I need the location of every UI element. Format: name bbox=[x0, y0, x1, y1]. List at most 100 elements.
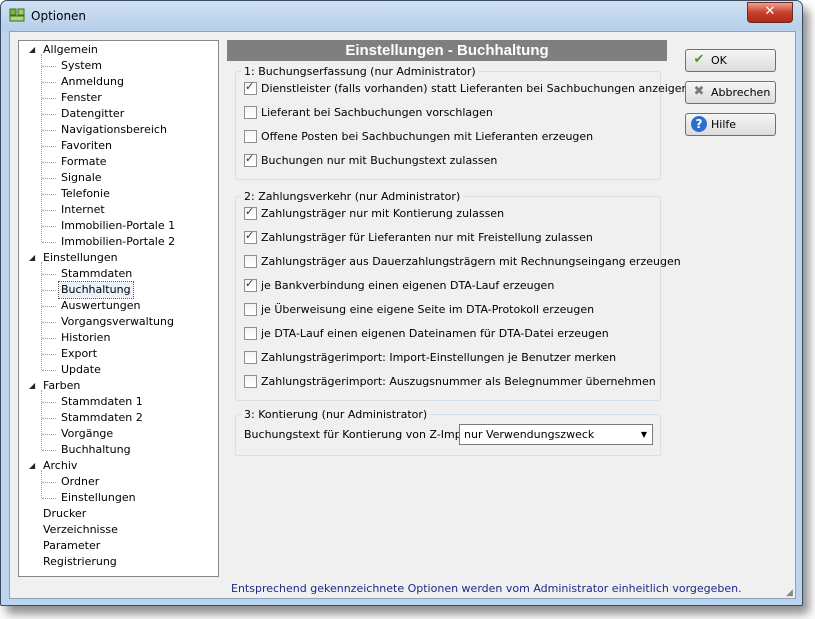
option-row[interactable]: je DTA-Lauf einen eigenen Dateinamen für… bbox=[244, 326, 609, 343]
checkbox[interactable] bbox=[244, 277, 257, 292]
option-label: Offene Posten bei Sachbuchungen mit Lief… bbox=[261, 130, 594, 143]
ok-label: OK bbox=[711, 54, 727, 67]
checkbox[interactable] bbox=[244, 80, 257, 95]
option-row[interactable]: Zahlungsträgerimport: Import-Einstellung… bbox=[244, 350, 617, 367]
tree-node[interactable]: Favoriten bbox=[61, 138, 112, 154]
checkbox[interactable] bbox=[244, 374, 257, 388]
tree-node[interactable]: Navigationsbereich bbox=[61, 122, 167, 138]
tree-node[interactable]: Update bbox=[61, 362, 101, 378]
title-bar[interactable]: Optionen ✕ bbox=[1, 1, 802, 31]
checkbox[interactable] bbox=[244, 254, 257, 268]
tree-node[interactable]: Fenster bbox=[61, 90, 102, 106]
tree-connector bbox=[42, 338, 56, 339]
option-label: Zahlungsträgerimport: Import-Einstellung… bbox=[261, 351, 617, 364]
option-label: Dienstleister (falls vorhanden) statt Li… bbox=[261, 82, 689, 95]
checkbox[interactable] bbox=[244, 229, 257, 244]
tree-connector bbox=[42, 498, 56, 499]
tree-node[interactable]: Drucker bbox=[43, 506, 86, 522]
tree-node[interactable]: Allgemein bbox=[43, 42, 98, 58]
tree-node[interactable]: Formate bbox=[61, 154, 107, 170]
tree-node[interactable]: Export bbox=[61, 346, 97, 362]
tree-node[interactable]: Auswertungen bbox=[61, 298, 141, 314]
app-icon bbox=[9, 8, 25, 22]
cancel-button[interactable]: ✖ Abbrechen bbox=[685, 81, 776, 104]
tree-node[interactable]: Parameter bbox=[43, 538, 100, 554]
checkbox[interactable] bbox=[244, 152, 257, 167]
kontierung-label: Buchungstext für Kontierung von Z-Import… bbox=[244, 428, 495, 441]
kontierung-select[interactable]: nur Verwendungszweck ▼ bbox=[459, 424, 653, 445]
tree-node[interactable]: Ordner bbox=[61, 474, 99, 490]
resize-grip-icon[interactable]: ◢ bbox=[786, 588, 796, 598]
close-button[interactable]: ✕ bbox=[747, 2, 793, 23]
tree-node[interactable]: Vorgänge bbox=[61, 426, 113, 442]
group-title: 2: Zahlungsverkehr (nur Administrator) bbox=[241, 190, 464, 203]
tree-connector bbox=[42, 130, 56, 131]
checkbox[interactable] bbox=[244, 129, 257, 143]
tree-node[interactable]: Historien bbox=[61, 330, 110, 346]
tree-node[interactable]: Stammdaten 2 bbox=[61, 410, 143, 426]
tree-node[interactable]: Stammdaten 1 bbox=[61, 394, 143, 410]
option-row[interactable]: Zahlungsträgerimport: Auszugsnummer als … bbox=[244, 374, 656, 391]
tree-connector bbox=[42, 242, 56, 243]
help-icon: ? bbox=[691, 116, 707, 132]
option-row[interactable]: je Überweisung eine eigene Seite im DTA-… bbox=[244, 302, 595, 319]
option-row[interactable]: Zahlungsträger aus Dauerzahlungsträgern … bbox=[244, 254, 681, 271]
checkbox[interactable] bbox=[244, 302, 257, 316]
option-label: je Überweisung eine eigene Seite im DTA-… bbox=[261, 303, 595, 316]
expand-triangle-icon[interactable]: ◢ bbox=[29, 46, 37, 54]
option-row[interactable]: Dienstleister (falls vorhanden) statt Li… bbox=[244, 80, 689, 98]
tree-connector bbox=[42, 98, 56, 99]
tree-connector bbox=[42, 146, 56, 147]
tree-node[interactable]: Vorgangsverwaltung bbox=[61, 314, 174, 330]
checkbox[interactable] bbox=[244, 205, 257, 220]
expand-triangle-icon[interactable]: ◢ bbox=[29, 382, 37, 390]
option-row[interactable]: Lieferant bei Sachbuchungen vorschlagen bbox=[244, 105, 493, 122]
options-tree[interactable]: ◢ Allgemein System Anmeldung Fenster Datengit… bbox=[18, 40, 219, 577]
tree-node[interactable]: Einstellungen bbox=[61, 490, 136, 506]
tree-node[interactable]: Farben bbox=[43, 378, 80, 394]
checkmark-icon: ✔ bbox=[693, 52, 705, 67]
tree-connector bbox=[42, 370, 56, 371]
tree-node[interactable]: Einstellungen bbox=[43, 250, 118, 266]
option-row[interactable]: je Bankverbindung einen eigenen DTA-Lauf… bbox=[244, 277, 554, 295]
option-label: Zahlungsträger aus Dauerzahlungsträgern … bbox=[261, 255, 681, 268]
tree-node[interactable]: Buchhaltung bbox=[61, 442, 131, 458]
help-button[interactable]: ? Hilfe bbox=[685, 113, 776, 136]
option-row[interactable]: Zahlungsträger für Lieferanten nur mit F… bbox=[244, 229, 593, 247]
dialog-client: ◢ Allgemein System Anmeldung Fenster Datengit… bbox=[9, 31, 796, 599]
tree-node[interactable]: System bbox=[61, 58, 102, 74]
tree-connector bbox=[41, 470, 42, 498]
tree-node[interactable]: Immobilien-Portale 1 bbox=[61, 218, 175, 234]
checkbox[interactable] bbox=[244, 326, 257, 340]
tree-node[interactable]: Internet bbox=[61, 202, 105, 218]
expand-triangle-icon[interactable]: ◢ bbox=[29, 462, 37, 470]
tree-connector bbox=[42, 402, 56, 403]
tree-connector bbox=[42, 418, 56, 419]
ok-button[interactable]: ✔ OK bbox=[685, 49, 776, 72]
tree-node[interactable]: Anmeldung bbox=[61, 74, 124, 90]
tree-connector bbox=[42, 114, 56, 115]
tree-node-selected[interactable]: Buchhaltung bbox=[58, 281, 134, 299]
tree-node[interactable]: Telefonie bbox=[61, 186, 110, 202]
option-label: Zahlungsträgerimport: Auszugsnummer als … bbox=[261, 375, 656, 388]
tree-node[interactable]: Stammdaten bbox=[61, 266, 132, 282]
option-row[interactable]: Offene Posten bei Sachbuchungen mit Lief… bbox=[244, 129, 594, 146]
tree-node[interactable]: Verzeichnisse bbox=[43, 522, 118, 538]
tree-node[interactable]: Registrierung bbox=[43, 554, 117, 570]
tree-connector bbox=[42, 274, 56, 275]
expand-triangle-icon[interactable]: ◢ bbox=[29, 254, 37, 262]
checkbox[interactable] bbox=[244, 105, 257, 119]
option-row[interactable]: Zahlungsträger nur mit Kontierung zulass… bbox=[244, 205, 504, 223]
checkbox[interactable] bbox=[244, 350, 257, 364]
option-row[interactable]: Buchungen nur mit Buchungstext zulassen bbox=[244, 152, 497, 170]
tree-node[interactable]: Archiv bbox=[43, 458, 77, 474]
tree-node[interactable]: Signale bbox=[61, 170, 102, 186]
tree-connector bbox=[42, 290, 56, 291]
tree-connector bbox=[42, 306, 56, 307]
tree-connector bbox=[42, 434, 56, 435]
tree-connector bbox=[42, 482, 56, 483]
tree-node[interactable]: Datengitter bbox=[61, 106, 124, 122]
chevron-down-icon: ▼ bbox=[640, 430, 647, 439]
tree-connector bbox=[42, 450, 56, 451]
tree-node[interactable]: Immobilien-Portale 2 bbox=[61, 234, 175, 250]
